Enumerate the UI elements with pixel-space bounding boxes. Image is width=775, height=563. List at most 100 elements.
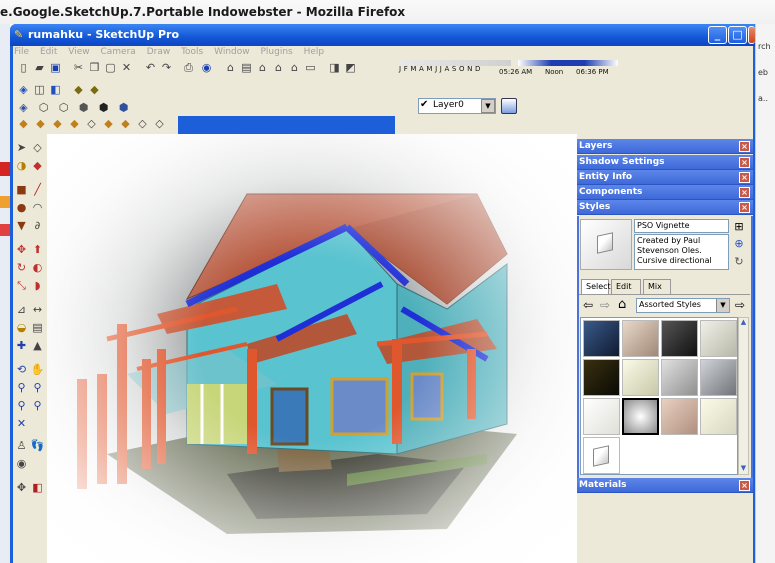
menu-help[interactable]: Help (304, 47, 325, 57)
style-swatch[interactable] (700, 320, 737, 357)
back-view-icon[interactable]: ⌂ (287, 60, 302, 75)
layer-manager-button[interactable] (501, 98, 517, 114)
style-swatch[interactable] (700, 398, 737, 435)
previous-view-icon[interactable]: ⚲ (14, 398, 29, 413)
close-icon[interactable]: × (739, 480, 750, 491)
shadows-icon[interactable]: ◨ (327, 60, 342, 75)
close-button[interactable] (748, 26, 755, 44)
position-camera-icon[interactable]: ♙ (14, 438, 29, 453)
menu-file[interactable]: File (14, 47, 29, 57)
style-swatch[interactable] (661, 320, 698, 357)
walk-icon[interactable]: 👣 (30, 438, 45, 453)
redo-icon[interactable]: ↷ (159, 60, 174, 75)
tab-select[interactable]: Select (581, 279, 611, 295)
scale-icon[interactable]: ⤡ (14, 278, 29, 293)
components-panel-header[interactable]: Components × (577, 185, 753, 200)
section-plane-icon[interactable]: ✥ (14, 480, 29, 495)
pan-icon[interactable]: ✋ (30, 362, 45, 377)
menu-view[interactable]: View (68, 47, 89, 57)
top-view-icon[interactable]: ▤ (239, 60, 254, 75)
home-icon[interactable]: ⌂ (618, 297, 633, 312)
style-swatch[interactable] (583, 359, 620, 396)
follow-me-icon[interactable]: ◐ (30, 260, 45, 275)
close-icon[interactable]: × (739, 157, 750, 168)
groups-icon[interactable]: ◆ (87, 82, 102, 97)
chevron-down-icon[interactable]: ▼ (481, 99, 495, 113)
update-style-icon[interactable]: ⊕ (732, 237, 746, 251)
rotate-icon[interactable]: ↻ (14, 260, 29, 275)
forward-arrow-icon[interactable]: ⇨ (600, 298, 614, 312)
undo-icon[interactable]: ↶ (143, 60, 158, 75)
sandbox-edge-icon[interactable]: ◇ (135, 116, 150, 131)
close-icon[interactable]: × (739, 172, 750, 183)
menu-plugins[interactable]: Plugins (261, 47, 293, 57)
style-swatch[interactable] (622, 359, 659, 396)
make-component-icon[interactable]: ◇ (30, 140, 45, 155)
paste-icon[interactable]: ▢ (103, 60, 118, 75)
menu-window[interactable]: Window (214, 47, 250, 57)
sandbox-drape-icon[interactable]: ◇ (84, 116, 99, 131)
model-info-icon[interactable]: ◉ (199, 60, 214, 75)
style-swatch[interactable] (700, 359, 737, 396)
select-icon[interactable]: ➤ (14, 140, 29, 155)
materials-panel-header[interactable]: Materials × (577, 478, 753, 493)
hidden-cube-icon[interactable]: ⬡ (56, 100, 71, 115)
sandbox-scratch-icon[interactable]: ◆ (33, 116, 48, 131)
3d-text-icon[interactable]: ▲ (30, 338, 45, 353)
hidden-line-icon[interactable]: ◧ (48, 82, 63, 97)
sandbox-smoove-icon[interactable]: ◆ (50, 116, 65, 131)
style-swatch[interactable] (661, 359, 698, 396)
entity-info-panel-header[interactable]: Entity Info × (577, 170, 753, 185)
style-swatch[interactable] (661, 398, 698, 435)
maximize-button[interactable]: □ (728, 26, 747, 44)
copy-icon[interactable]: ❐ (87, 60, 102, 75)
section-display-icon[interactable]: ◧ (30, 480, 45, 495)
tab-edit[interactable]: Edit (611, 279, 641, 294)
style-swatch[interactable] (583, 320, 620, 357)
close-icon[interactable]: × (739, 187, 750, 198)
front-view-icon[interactable]: ⌂ (255, 60, 270, 75)
back-arrow-icon[interactable]: ⇦ (583, 298, 597, 312)
sandbox-detail-icon[interactable]: ◆ (101, 116, 116, 131)
fog-icon[interactable]: ◩ (343, 60, 358, 75)
close-icon[interactable]: × (739, 141, 750, 152)
style-swatch[interactable] (583, 398, 620, 435)
arc-icon[interactable]: ◠ (30, 200, 45, 215)
sandbox-contours-icon[interactable]: ◆ (16, 116, 31, 131)
chevron-down-icon[interactable]: ▼ (716, 299, 729, 312)
minimize-button[interactable]: _ (708, 26, 727, 44)
components-icon[interactable]: ◆ (71, 82, 86, 97)
print-icon[interactable]: ⎙ (181, 60, 196, 75)
cut-icon[interactable]: ✂ (71, 60, 86, 75)
menu-camera[interactable]: Camera (100, 47, 135, 57)
style-description-field[interactable]: Created by Paul Stevenson Oles. Cursive … (634, 234, 729, 270)
zoom-extents-2-icon[interactable]: ✕ (14, 416, 29, 431)
close-icon[interactable]: × (739, 202, 750, 213)
freehand-icon[interactable]: ∂ (30, 218, 45, 233)
protractor-icon[interactable]: ◒ (14, 320, 29, 335)
shaded-cube-icon[interactable]: ⬢ (76, 100, 91, 115)
axes-icon[interactable]: ✚ (14, 338, 29, 353)
sandbox-add-icon[interactable]: ◇ (152, 116, 167, 131)
paint-bucket-icon[interactable]: ◑ (14, 158, 29, 173)
zoom-icon[interactable]: ⚲ (14, 380, 29, 395)
new-file-icon[interactable]: ▯ (16, 60, 31, 75)
details-arrow-icon[interactable]: ⇨ (735, 298, 749, 312)
offset-icon[interactable]: ◗ (30, 278, 45, 293)
scroll-up-icon[interactable]: ▲ (739, 318, 748, 328)
eraser-icon[interactable]: ◆ (30, 158, 45, 173)
layers-panel-header[interactable]: Layers × (577, 139, 753, 154)
look-around-icon[interactable]: ◉ (14, 456, 29, 471)
save-icon[interactable]: ▣ (48, 60, 63, 75)
text-icon[interactable]: ▤ (30, 320, 45, 335)
mono-cube-icon[interactable]: ⬢ (116, 100, 131, 115)
line-icon[interactable]: ╱ (30, 182, 45, 197)
xray-icon[interactable]: ◈ (16, 82, 31, 97)
zoom-window-icon[interactable]: ⚲ (30, 380, 45, 395)
zoom-extents-icon[interactable]: ⚲ (30, 398, 45, 413)
polygon-icon[interactable]: ▼ (14, 218, 29, 233)
tab-mix[interactable]: Mix (643, 279, 671, 294)
styles-scrollbar[interactable]: ▲ ▼ (738, 317, 749, 475)
create-style-icon[interactable]: ⊞ (732, 220, 746, 234)
dimension-icon[interactable]: ↔ (30, 302, 45, 317)
